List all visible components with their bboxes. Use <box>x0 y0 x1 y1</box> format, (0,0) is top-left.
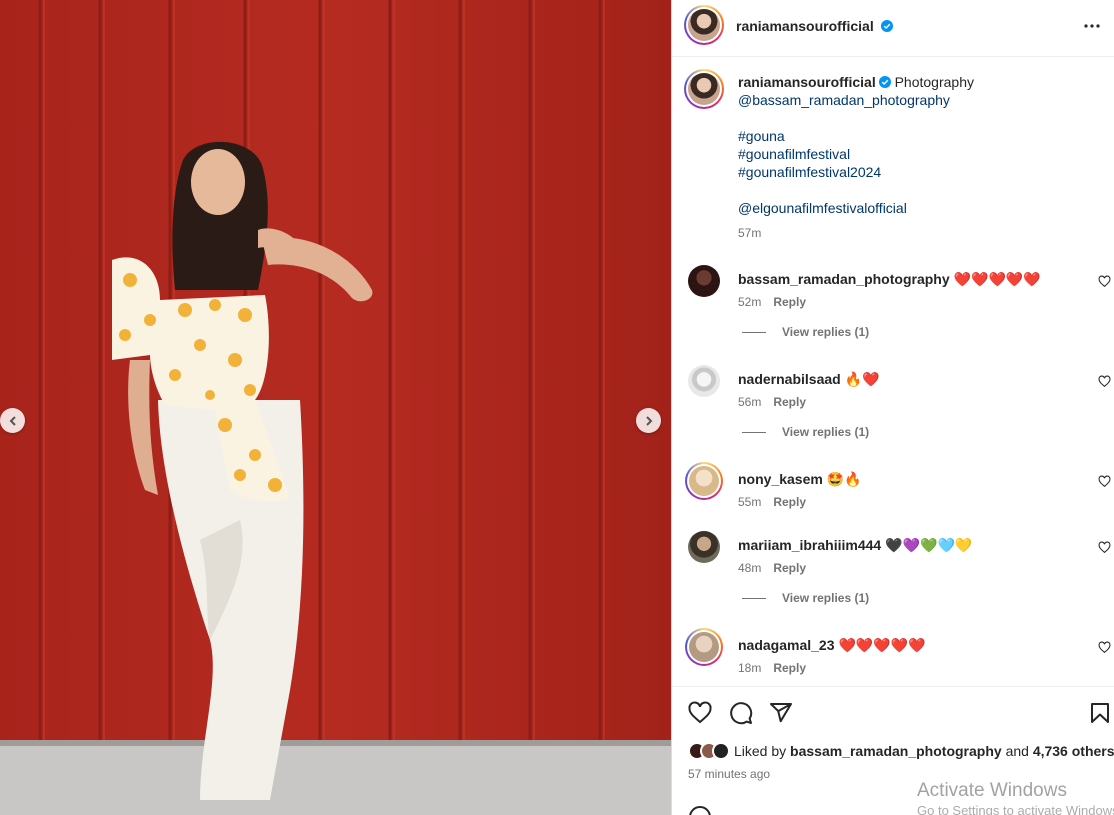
caption-time: 57m <box>738 226 762 240</box>
post-actions: Liked by bassam_ramadan_photography and … <box>672 686 1114 815</box>
view-replies-button[interactable]: View replies (1) <box>742 591 869 605</box>
heart-icon[interactable] <box>1098 541 1111 554</box>
view-replies-label[interactable]: View replies (1) <box>782 591 869 605</box>
comment-text: 🖤💜💚🩵💛 <box>885 537 973 553</box>
post-photo[interactable] <box>0 0 671 815</box>
caption-author-username[interactable]: raniamansourofficial <box>738 74 876 90</box>
reply-button[interactable]: Reply <box>773 495 806 509</box>
caption-text: Photography <box>894 74 974 90</box>
verified-badge-icon <box>878 76 891 88</box>
liked-by-user-link[interactable]: bassam_ramadan_photography <box>790 743 1002 759</box>
comment-icon[interactable] <box>729 701 753 725</box>
heart-icon[interactable] <box>1098 275 1111 288</box>
heart-icon[interactable] <box>1098 641 1111 654</box>
heart-icon[interactable] <box>688 701 712 725</box>
more-options-icon[interactable] <box>1080 14 1104 38</box>
commenter-username[interactable]: nadagamal_23 <box>738 637 835 653</box>
author-username-link[interactable]: raniamansourofficial <box>736 18 893 34</box>
photographer-mention-link[interactable]: @bassam_ramadan_photography <box>738 92 950 108</box>
next-photo-button[interactable] <box>636 408 661 433</box>
caption-author-avatar[interactable] <box>684 69 724 109</box>
hashtag-link[interactable]: #gounafilmfestival2024 <box>738 164 881 180</box>
share-icon[interactable] <box>769 701 793 725</box>
commenter-username[interactable]: bassam_ramadan_photography <box>738 271 950 287</box>
comment-text: ❤️❤️❤️❤️❤️ <box>838 637 926 653</box>
reply-button[interactable]: Reply <box>773 295 806 309</box>
likes-summary[interactable]: Liked by bassam_ramadan_photography and … <box>688 742 1114 760</box>
reply-button[interactable]: Reply <box>773 395 806 409</box>
commenter-avatar[interactable] <box>685 628 723 666</box>
liked-by-and: and <box>1005 743 1029 759</box>
comment-time: 55m <box>738 495 762 509</box>
commenter-avatar[interactable] <box>688 531 720 563</box>
reply-button[interactable]: Reply <box>773 561 806 575</box>
commenter-username[interactable]: nony_kasem <box>738 471 823 487</box>
comment-text: ❤️❤️❤️❤️❤️ <box>953 271 1041 287</box>
comment-time: 48m <box>738 561 762 575</box>
reply-button[interactable]: Reply <box>773 661 806 675</box>
comment-text: 🔥❤️ <box>844 371 880 387</box>
view-replies-label[interactable]: View replies (1) <box>782 425 869 439</box>
post-timestamp: 57 minutes ago <box>688 767 771 781</box>
previous-photo-button[interactable] <box>0 408 25 433</box>
heart-icon[interactable] <box>1098 475 1111 488</box>
caption-body: raniamansourofficial Photography @bassam… <box>738 73 1098 242</box>
author-username[interactable]: raniamansourofficial <box>736 18 874 34</box>
liked-by-prefix: Liked by <box>734 743 787 759</box>
hashtag-link[interactable]: #gouna <box>738 128 785 144</box>
commenter-avatar[interactable] <box>685 462 723 500</box>
post-sidebar: raniamansourofficial raniamansourofficia… <box>671 0 1114 815</box>
view-replies-button[interactable]: View replies (1) <box>742 325 869 339</box>
view-replies-label[interactable]: View replies (1) <box>782 325 869 339</box>
comment-time: 18m <box>738 661 762 675</box>
commenter-username[interactable]: mariiam_ibrahiiim444 <box>738 537 881 553</box>
photo-image <box>0 0 671 815</box>
commenter-username[interactable]: nadernabilsaad <box>738 371 841 387</box>
comment-text: 🤩🔥 <box>826 471 862 487</box>
view-replies-button[interactable]: View replies (1) <box>742 425 869 439</box>
comment-time: 52m <box>738 295 762 309</box>
chevron-right-icon <box>645 415 652 426</box>
festival-mention-link[interactable]: @elgounafilmfestivalofficial <box>738 200 907 216</box>
comments-list[interactable]: raniamansourofficial Photography @bassam… <box>672 57 1114 686</box>
commenter-avatar[interactable] <box>688 265 720 297</box>
post-header: raniamansourofficial <box>672 0 1114 57</box>
author-avatar[interactable] <box>684 5 724 45</box>
comment-time: 56m <box>738 395 762 409</box>
verified-badge-icon <box>880 20 893 32</box>
bookmark-icon[interactable] <box>1088 701 1112 725</box>
commenter-avatar[interactable] <box>688 365 720 397</box>
hashtag-link[interactable]: #gounafilmfestival <box>738 146 850 162</box>
liked-by-others-link[interactable]: 4,736 others <box>1033 743 1114 759</box>
liker-avatar <box>712 742 730 760</box>
heart-icon[interactable] <box>1098 375 1111 388</box>
emoji-icon[interactable] <box>688 805 712 815</box>
chevron-left-icon <box>9 415 16 426</box>
